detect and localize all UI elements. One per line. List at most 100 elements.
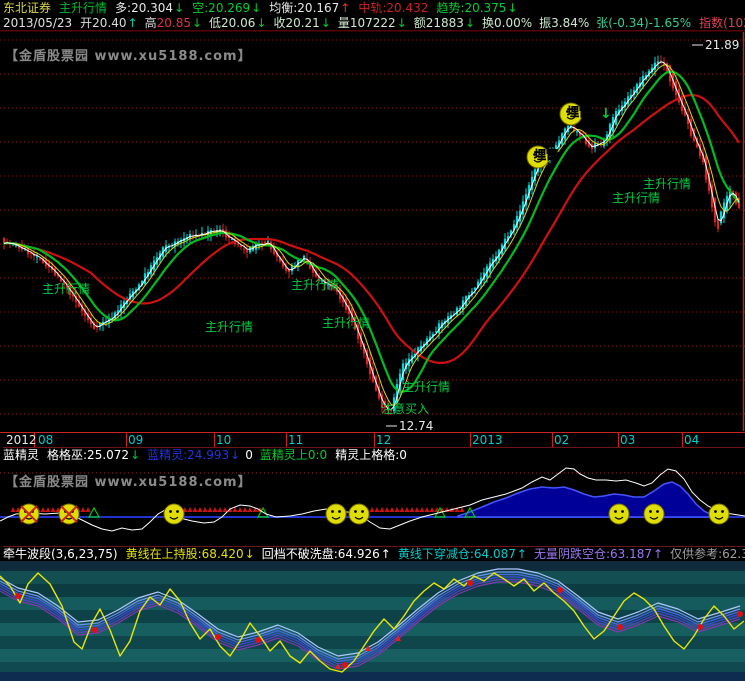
background-stripe (0, 672, 745, 681)
quote-field: 趋势:20.375 (436, 1, 506, 16)
quote-field: 中轨:20.432 (358, 1, 428, 16)
smiley-marker (164, 504, 184, 524)
quote-field: 指数(1022.65)12.41% (699, 16, 745, 31)
indicator-field: 格格巫:25.072 (47, 448, 129, 463)
quote-field: 张(-0.34)-1.65% (596, 16, 691, 31)
axis-label: 02 (554, 434, 569, 447)
watermark-middle: 【金盾股票园 www.xu5188.com】 (5, 471, 252, 490)
quote-field: ↑ (128, 16, 138, 31)
watermark-top: 【金盾股票园 www.xu5188.com】 (5, 45, 252, 64)
indicator-field: ↓ (230, 448, 240, 463)
indicator-field: ↑ (653, 547, 663, 562)
quote-field: 收20.21 (273, 16, 319, 31)
indicator-field: 蓝精灵:24.993 (147, 448, 229, 463)
indicator-field: ↑ (381, 547, 391, 562)
indicator-field: ↑ (517, 547, 527, 562)
axis-label: 08 (38, 434, 53, 447)
wave-band-pane[interactable] (0, 561, 745, 681)
signal-dot (92, 627, 98, 633)
quote-info-line2: 2013/05/23开20.40↑高20.85↓低20.06↓收20.21↓量1… (3, 16, 745, 31)
signal-dot (15, 593, 21, 599)
smiley-marker (326, 504, 346, 524)
quote-field: ↓ (397, 16, 407, 31)
down-arrow-icon: ↓ (600, 106, 612, 122)
trend-annotation: 主升行情 (612, 191, 660, 205)
axis-tick (682, 433, 683, 447)
axis-label: 12 (376, 434, 391, 447)
background-stripe (0, 636, 745, 649)
indicator-field: 仅供参考:62.309 (670, 547, 745, 562)
quote-field: 换0.00% (482, 16, 532, 31)
ma-long-red (4, 95, 739, 363)
smiley-marker (59, 504, 79, 524)
quote-field: ↑ (340, 1, 350, 16)
stock-app-window: 东北证券主升行情多:20.304↓空:20.269↓均衡:20.167↑中轨:2… (0, 0, 745, 681)
indicator-field: 黄线在上持股:68.420 (126, 547, 244, 562)
price-label: 12.74 (399, 419, 433, 432)
trend-annotation: 注意买入 (381, 401, 429, 416)
indicator-field: 蓝精灵上0:0 (260, 448, 327, 463)
signal-dot (617, 624, 623, 630)
trend-annotation: 主升行情 (643, 177, 691, 191)
trend-annotation: 主升行情 (205, 320, 253, 334)
mine-warning-label: 埋雷 (567, 104, 591, 119)
quote-field: 开20.40 (80, 16, 126, 31)
axis-label: 2012 (6, 434, 37, 447)
quote-field: 额21883 (414, 16, 464, 31)
signal-dot (467, 580, 473, 586)
mine-warning-label: 埋雷 (534, 147, 558, 162)
signal-dot (342, 662, 348, 668)
background-stripe (0, 571, 745, 584)
signal-dot (697, 624, 703, 630)
indicator1-header: 蓝精灵格格巫:25.072↓蓝精灵:24.993↓0蓝精灵上0:0精灵上格格:0 (3, 447, 745, 463)
indicator-field: ↓ (130, 448, 140, 463)
smiley-marker (709, 504, 729, 524)
background-stripe (0, 597, 745, 610)
ma-mid-yellow (4, 65, 739, 406)
quote-field: 20.85 (157, 16, 191, 31)
signal-dot (737, 611, 743, 617)
quote-field: ↓ (256, 16, 266, 31)
candlestick-chart-pane[interactable]: 主升行情主升行情主升行情主升行情主升行情主升行情主升行情注意买入12.7421.… (0, 30, 745, 432)
background-stripe (0, 662, 745, 672)
quote-field: ↓ (465, 16, 475, 31)
indicator-field: 0 (245, 448, 253, 463)
quote-info-line1: 东北证券主升行情多:20.304↓空:20.269↓均衡:20.167↑中轨:2… (3, 1, 745, 16)
trend-annotation: 主升行情 (42, 282, 90, 296)
quote-field: 量107222 (338, 16, 396, 31)
indicator-field: 黄线下穿减仓:64.087 (398, 547, 516, 562)
axis-tick (552, 433, 553, 447)
signal-dot (557, 587, 563, 593)
quote-field: ↓ (507, 1, 517, 16)
quote-field: 多:20.304 (115, 1, 173, 16)
smiley-marker (349, 504, 369, 524)
axis-label: 2013 (472, 434, 503, 447)
candles (3, 55, 740, 415)
quote-field: ↓ (192, 16, 202, 31)
smiley-marker (644, 504, 664, 524)
top-separator (0, 30, 745, 32)
quote-field: 均衡:20.167 (269, 1, 339, 16)
axis-label: 10 (216, 434, 231, 447)
quote-field: 高 (145, 16, 157, 31)
indicator2-header: 牵牛波段(3,6,23,75)黄线在上持股:68.420↓回档不破洗盘:64.9… (3, 546, 745, 562)
indicator-field: 无量阴跌空仓:63.187 (534, 547, 652, 562)
axis-tick (126, 433, 127, 447)
ma-slow-green (4, 72, 739, 392)
axis-tick (618, 433, 619, 447)
price-label: 21.89 (705, 38, 739, 52)
quote-field: ↓ (321, 16, 331, 31)
blue-elf-area (458, 482, 720, 517)
indicator-field: 精灵上格格:0 (335, 448, 407, 463)
smiley-marker (609, 504, 629, 524)
trend-annotation: 主升行情 (322, 316, 370, 330)
red-signal-row (183, 507, 263, 512)
trend-annotation: 主升行情 (402, 380, 450, 394)
signal-dot (255, 637, 261, 643)
indicator-field: ↓ (245, 547, 255, 562)
axis-tick (214, 433, 215, 447)
indicator-field: 牵牛波段(3,6,23,75) (3, 547, 118, 562)
trend-annotation: 主升行情 (291, 278, 339, 292)
quote-field: 主升行情 (59, 1, 107, 16)
axis-tick (470, 433, 471, 447)
